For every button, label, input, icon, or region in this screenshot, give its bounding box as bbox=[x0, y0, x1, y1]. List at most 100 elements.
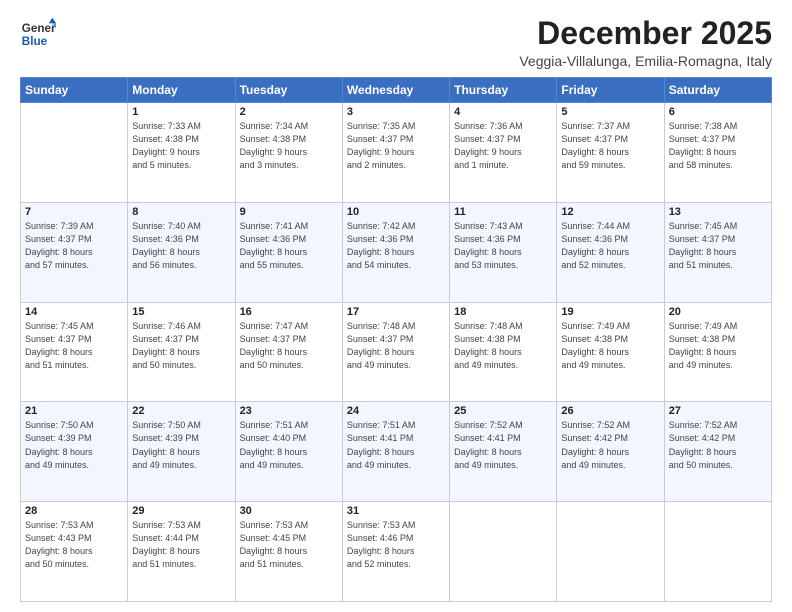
day-info: Sunrise: 7:53 AM Sunset: 4:43 PM Dayligh… bbox=[25, 519, 123, 571]
location: Veggia-Villalunga, Emilia-Romagna, Italy bbox=[519, 53, 772, 69]
day-number: 25 bbox=[454, 405, 552, 417]
table-row: 24Sunrise: 7:51 AM Sunset: 4:41 PM Dayli… bbox=[342, 402, 449, 502]
calendar-week-row: 1Sunrise: 7:33 AM Sunset: 4:38 PM Daylig… bbox=[21, 103, 772, 203]
day-info: Sunrise: 7:50 AM Sunset: 4:39 PM Dayligh… bbox=[25, 419, 123, 471]
day-info: Sunrise: 7:46 AM Sunset: 4:37 PM Dayligh… bbox=[132, 320, 230, 372]
col-saturday: Saturday bbox=[664, 78, 771, 103]
day-info: Sunrise: 7:50 AM Sunset: 4:39 PM Dayligh… bbox=[132, 419, 230, 471]
table-row: 19Sunrise: 7:49 AM Sunset: 4:38 PM Dayli… bbox=[557, 302, 664, 402]
col-tuesday: Tuesday bbox=[235, 78, 342, 103]
day-info: Sunrise: 7:40 AM Sunset: 4:36 PM Dayligh… bbox=[132, 220, 230, 272]
day-info: Sunrise: 7:42 AM Sunset: 4:36 PM Dayligh… bbox=[347, 220, 445, 272]
day-info: Sunrise: 7:48 AM Sunset: 4:38 PM Dayligh… bbox=[454, 320, 552, 372]
day-number: 22 bbox=[132, 405, 230, 417]
month-year: December 2025 bbox=[519, 16, 772, 51]
day-number: 12 bbox=[561, 206, 659, 218]
day-info: Sunrise: 7:39 AM Sunset: 4:37 PM Dayligh… bbox=[25, 220, 123, 272]
table-row: 6Sunrise: 7:38 AM Sunset: 4:37 PM Daylig… bbox=[664, 103, 771, 203]
col-monday: Monday bbox=[128, 78, 235, 103]
day-number: 19 bbox=[561, 306, 659, 318]
day-number: 1 bbox=[132, 106, 230, 118]
day-info: Sunrise: 7:43 AM Sunset: 4:36 PM Dayligh… bbox=[454, 220, 552, 272]
table-row: 21 Sunrise: 7:50 AM Sunset: 4:39 PM Dayli… bbox=[21, 402, 128, 502]
day-number: 26 bbox=[561, 405, 659, 417]
logo: General Blue bbox=[20, 16, 56, 52]
day-info: Sunrise: 7:52 AM Sunset: 4:42 PM Dayligh… bbox=[561, 419, 659, 471]
svg-text:General: General bbox=[22, 22, 56, 35]
table-row: 28 Sunrise: 7:53 AM Sunset: 4:43 PM Dayli… bbox=[21, 502, 128, 602]
day-info: Sunrise: 7:34 AM Sunset: 4:38 PM Dayligh… bbox=[240, 120, 338, 172]
title-block: December 2025 Veggia-Villalunga, Emilia-… bbox=[519, 16, 772, 69]
table-row: 31 Sunrise: 7:53 AM Sunset: 4:46 PM Dayli… bbox=[342, 502, 449, 602]
day-info: Sunrise: 7:52 AM Sunset: 4:42 PM Dayligh… bbox=[669, 419, 767, 471]
day-number: 9 bbox=[240, 206, 338, 218]
table-row: 5Sunrise: 7:37 AM Sunset: 4:37 PM Daylig… bbox=[557, 103, 664, 203]
day-number: 15 bbox=[132, 306, 230, 318]
table-row: 7 Sunrise: 7:39 AM Sunset: 4:37 PM Daylig… bbox=[21, 202, 128, 302]
table-row: 12 Sunrise: 7:44 AM Sunset: 4:36 PM Dayli… bbox=[557, 202, 664, 302]
table-row: 9Sunrise: 7:41 AM Sunset: 4:36 PM Daylig… bbox=[235, 202, 342, 302]
day-number: 17 bbox=[347, 306, 445, 318]
table-row: 2 Sunrise: 7:34 AM Sunset: 4:38 PM Daylig… bbox=[235, 103, 342, 203]
table-row: 13 Sunrise: 7:45 AM Sunset: 4:37 PM Dayli… bbox=[664, 202, 771, 302]
table-row: 16Sunrise: 7:47 AM Sunset: 4:37 PM Dayli… bbox=[235, 302, 342, 402]
table-row: 25 Sunrise: 7:52 AM Sunset: 4:41 PM Dayli… bbox=[450, 402, 557, 502]
calendar-body: 1Sunrise: 7:33 AM Sunset: 4:38 PM Daylig… bbox=[21, 103, 772, 602]
table-row: 3 Sunrise: 7:35 AM Sunset: 4:37 PM Daylig… bbox=[342, 103, 449, 203]
day-number: 20 bbox=[669, 306, 767, 318]
calendar-header-row: Sunday Monday Tuesday Wednesday Thursday… bbox=[21, 78, 772, 103]
page: General Blue December 2025 Veggia-Villal… bbox=[0, 0, 792, 612]
table-row: 29Sunrise: 7:53 AM Sunset: 4:44 PM Dayli… bbox=[128, 502, 235, 602]
day-info: Sunrise: 7:47 AM Sunset: 4:37 PM Dayligh… bbox=[240, 320, 338, 372]
table-row bbox=[557, 502, 664, 602]
day-info: Sunrise: 7:35 AM Sunset: 4:37 PM Dayligh… bbox=[347, 120, 445, 172]
day-info: Sunrise: 7:52 AM Sunset: 4:41 PM Dayligh… bbox=[454, 419, 552, 471]
col-thursday: Thursday bbox=[450, 78, 557, 103]
day-info: Sunrise: 7:44 AM Sunset: 4:36 PM Dayligh… bbox=[561, 220, 659, 272]
calendar-table: Sunday Monday Tuesday Wednesday Thursday… bbox=[20, 77, 772, 602]
day-info: Sunrise: 7:45 AM Sunset: 4:37 PM Dayligh… bbox=[669, 220, 767, 272]
header: General Blue December 2025 Veggia-Villal… bbox=[20, 16, 772, 69]
table-row: 23Sunrise: 7:51 AM Sunset: 4:40 PM Dayli… bbox=[235, 402, 342, 502]
table-row bbox=[450, 502, 557, 602]
col-friday: Friday bbox=[557, 78, 664, 103]
calendar-week-row: 21 Sunrise: 7:50 AM Sunset: 4:39 PM Dayli… bbox=[21, 402, 772, 502]
day-info: Sunrise: 7:53 AM Sunset: 4:45 PM Dayligh… bbox=[240, 519, 338, 571]
day-number: 3 bbox=[347, 106, 445, 118]
day-info: Sunrise: 7:53 AM Sunset: 4:46 PM Dayligh… bbox=[347, 519, 445, 571]
table-row: 8 Sunrise: 7:40 AM Sunset: 4:36 PM Daylig… bbox=[128, 202, 235, 302]
table-row: 20Sunrise: 7:49 AM Sunset: 4:38 PM Dayli… bbox=[664, 302, 771, 402]
table-row bbox=[664, 502, 771, 602]
svg-text:Blue: Blue bbox=[22, 35, 48, 48]
day-info: Sunrise: 7:48 AM Sunset: 4:37 PM Dayligh… bbox=[347, 320, 445, 372]
table-row: 18Sunrise: 7:48 AM Sunset: 4:38 PM Dayli… bbox=[450, 302, 557, 402]
day-number: 10 bbox=[347, 206, 445, 218]
day-number: 14 bbox=[25, 306, 123, 318]
day-number: 13 bbox=[669, 206, 767, 218]
table-row: 4Sunrise: 7:36 AM Sunset: 4:37 PM Daylig… bbox=[450, 103, 557, 203]
day-number: 28 bbox=[25, 505, 123, 517]
calendar-week-row: 7 Sunrise: 7:39 AM Sunset: 4:37 PM Daylig… bbox=[21, 202, 772, 302]
day-number: 21 bbox=[25, 405, 123, 417]
table-row: 15 Sunrise: 7:46 AM Sunset: 4:37 PM Dayli… bbox=[128, 302, 235, 402]
day-number: 8 bbox=[132, 206, 230, 218]
day-number: 27 bbox=[669, 405, 767, 417]
day-number: 24 bbox=[347, 405, 445, 417]
table-row: 11 Sunrise: 7:43 AM Sunset: 4:36 PM Dayli… bbox=[450, 202, 557, 302]
day-number: 23 bbox=[240, 405, 338, 417]
day-number: 29 bbox=[132, 505, 230, 517]
calendar-week-row: 28 Sunrise: 7:53 AM Sunset: 4:43 PM Dayli… bbox=[21, 502, 772, 602]
day-number: 7 bbox=[25, 206, 123, 218]
table-row bbox=[21, 103, 128, 203]
day-info: Sunrise: 7:37 AM Sunset: 4:37 PM Dayligh… bbox=[561, 120, 659, 172]
table-row: 1Sunrise: 7:33 AM Sunset: 4:38 PM Daylig… bbox=[128, 103, 235, 203]
day-info: Sunrise: 7:36 AM Sunset: 4:37 PM Dayligh… bbox=[454, 120, 552, 172]
calendar-week-row: 14Sunrise: 7:45 AM Sunset: 4:37 PM Dayli… bbox=[21, 302, 772, 402]
col-sunday: Sunday bbox=[21, 78, 128, 103]
day-number: 30 bbox=[240, 505, 338, 517]
table-row: 30 Sunrise: 7:53 AM Sunset: 4:45 PM Dayli… bbox=[235, 502, 342, 602]
logo-icon: General Blue bbox=[20, 16, 56, 52]
day-number: 11 bbox=[454, 206, 552, 218]
day-number: 2 bbox=[240, 106, 338, 118]
day-number: 31 bbox=[347, 505, 445, 517]
